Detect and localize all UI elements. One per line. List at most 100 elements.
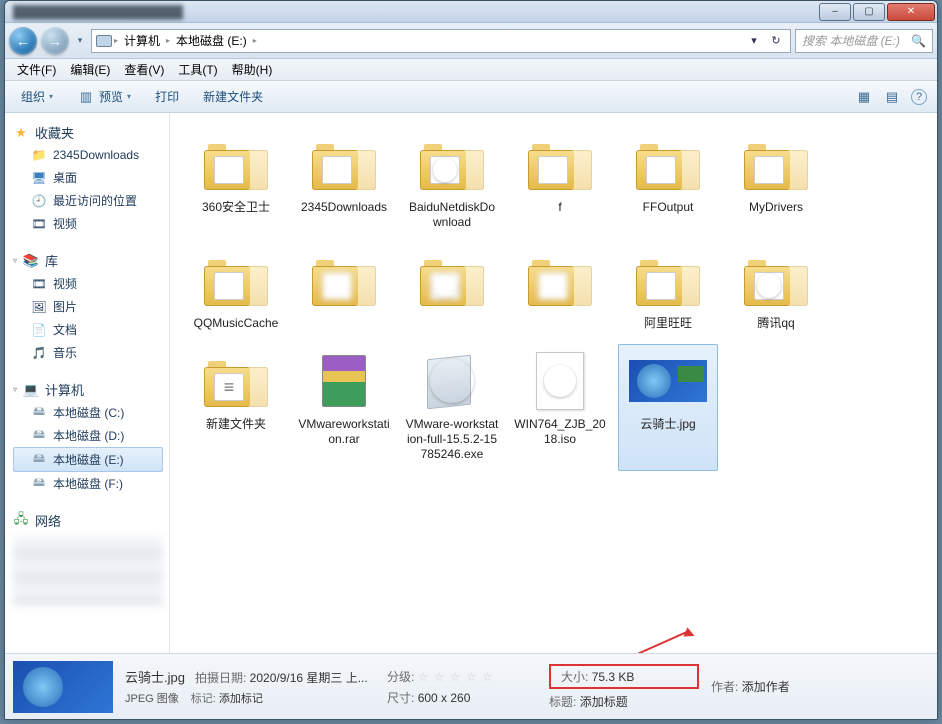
chevron-down-icon: ▾ [49, 92, 53, 101]
addr-dropdown[interactable]: ▾ [744, 31, 764, 51]
file-pane[interactable]: 360安全卫士 2345Downloads BaiduNetdiskDownload… [170, 113, 937, 653]
rar-icon [305, 349, 383, 413]
menu-edit[interactable]: 编辑(E) [64, 59, 116, 80]
sidebar-item-2345downloads[interactable]: 📁2345Downloads [13, 144, 169, 166]
menu-help[interactable]: 帮助(H) [226, 59, 279, 80]
folder-icon [413, 248, 491, 312]
crumb-sep: ▸ [166, 36, 170, 45]
search-input[interactable]: 搜索 本地磁盘 (E:) 🔍 [795, 29, 933, 53]
preview-button[interactable]: ▥ 预览 ▾ [71, 85, 137, 109]
star-icon: ★ [13, 125, 29, 141]
library-icon: 📚 [23, 253, 39, 269]
file-item[interactable]: 360安全卫士 [186, 127, 286, 239]
sidebar-item-recent[interactable]: 🕘最近访问的位置 [13, 189, 169, 212]
file-item[interactable]: VMwareworkstation.rar [294, 344, 394, 471]
explorer-window: ████████████████████ – ▢ ✕ ← → ▾ ▸ 计算机 ▸… [4, 0, 938, 720]
sidebar: ★ 收藏夹 📁2345Downloads 🖥桌面 🕘最近访问的位置 🎞视频 ▿ … [5, 113, 170, 653]
back-button[interactable]: ← [9, 27, 37, 55]
file-item[interactable]: ≡新建文件夹 [186, 344, 286, 471]
sidebar-network: 🖧 网络 [13, 509, 169, 606]
rating-stars[interactable]: ☆ ☆ ☆ ☆ ☆ [418, 670, 494, 684]
tag-label: 标记: [191, 693, 216, 705]
file-item[interactable] [402, 243, 502, 340]
shot-date-label: 拍摄日期: [195, 671, 246, 685]
sidebar-item-drive-d[interactable]: 🖴本地磁盘 (D:) [13, 424, 169, 447]
file-label: 2345Downloads [301, 200, 387, 215]
sidebar-item-drive-c[interactable]: 🖴本地磁盘 (C:) [13, 401, 169, 424]
file-label: 360安全卫士 [202, 200, 270, 215]
file-item[interactable]: 阿里旺旺 [618, 243, 718, 340]
breadcrumb-computer[interactable]: 计算机 [120, 32, 164, 49]
network-icon: 🖧 [13, 513, 29, 529]
help-button[interactable]: ? [911, 89, 927, 105]
sidebar-item-drive-e[interactable]: 🖴本地磁盘 (E:) [13, 447, 163, 472]
computer-icon: 💻 [23, 382, 39, 398]
file-item[interactable] [510, 243, 610, 340]
new-folder-button[interactable]: 新建文件夹 [197, 85, 269, 108]
file-item[interactable] [294, 243, 394, 340]
address-bar[interactable]: ▸ 计算机 ▸ 本地磁盘 (E:) ▸ ▾ ↻ [91, 29, 791, 53]
video-icon: 🎞 [31, 276, 47, 292]
shot-date-value: 2020/9/16 星期三 上... [250, 671, 368, 685]
search-icon: 🔍 [911, 34, 926, 48]
sidebar-item-label: 本地磁盘 (E:) [53, 451, 124, 468]
network-label: 网络 [35, 511, 61, 530]
file-item[interactable]: 2345Downloads [294, 127, 394, 239]
sidebar-item-lib-video[interactable]: 🎞视频 [13, 272, 169, 295]
sidebar-item-desktop[interactable]: 🖥桌面 [13, 166, 169, 189]
folder-icon [629, 248, 707, 312]
title-value[interactable]: 添加标题 [580, 695, 628, 709]
sidebar-item-lib-pictures[interactable]: 🖼图片 [13, 295, 169, 318]
file-item[interactable]: QQMusicCache [186, 243, 286, 340]
sidebar-item-lib-music[interactable]: 🎵音乐 [13, 341, 169, 364]
file-item[interactable]: 腾讯qq [726, 243, 826, 340]
folder-icon [521, 132, 599, 196]
sidebar-libraries-header[interactable]: ▿ 📚 库 [13, 249, 169, 272]
monitor-icon: 🖥 [31, 170, 47, 186]
folder-icon [305, 248, 383, 312]
nav-history-dropdown[interactable]: ▾ [73, 27, 87, 55]
sidebar-computer-header[interactable]: ▿ 💻 计算机 [13, 378, 169, 401]
file-item[interactable]: WIN764_ZJB_2018.iso [510, 344, 610, 471]
print-button[interactable]: 打印 [149, 85, 185, 108]
annotation-arrow [435, 529, 695, 639]
file-label: MyDrivers [749, 200, 803, 215]
minimize-button[interactable]: – [819, 3, 851, 21]
organize-button[interactable]: 组织 ▾ [15, 85, 59, 108]
sidebar-item-videos[interactable]: 🎞视频 [13, 212, 169, 235]
file-label: 阿里旺旺 [644, 316, 692, 331]
sidebar-item-label: 本地磁盘 (C:) [53, 404, 124, 421]
sidebar-network-header[interactable]: 🖧 网络 [13, 509, 169, 532]
preview-pane-button[interactable]: ▤ [883, 88, 901, 106]
crumb-sep: ▸ [114, 36, 118, 45]
view-mode-button[interactable]: ▦ [855, 88, 873, 106]
preview-icon: ▥ [77, 88, 95, 106]
forward-button[interactable]: → [41, 27, 69, 55]
file-item[interactable]: FFOutput [618, 127, 718, 239]
file-label: VMware-workstation-full-15.5.2-15785246.… [405, 417, 499, 462]
file-item[interactable]: BaiduNetdiskDownload [402, 127, 502, 239]
crumb-sep: ▸ [253, 36, 257, 45]
sidebar-item-label: 音乐 [53, 344, 77, 361]
size-highlight: 大小: 75.3 KB [549, 664, 699, 689]
file-label: BaiduNetdiskDownload [405, 200, 499, 230]
sidebar-favorites-header[interactable]: ★ 收藏夹 [13, 121, 169, 144]
tag-value[interactable]: 添加标记 [219, 693, 263, 705]
preview-label: 预览 [99, 88, 123, 105]
folder-icon [629, 132, 707, 196]
menu-tools[interactable]: 工具(T) [172, 59, 223, 80]
size-label: 大小: [561, 670, 588, 684]
file-item[interactable]: 云骑士.jpg [618, 344, 718, 471]
file-item[interactable]: VMware-workstation-full-15.5.2-15785246.… [402, 344, 502, 471]
close-button[interactable]: ✕ [887, 3, 935, 21]
sidebar-item-lib-documents[interactable]: 📄文档 [13, 318, 169, 341]
breadcrumb-drive[interactable]: 本地磁盘 (E:) [172, 32, 251, 49]
menu-view[interactable]: 查看(V) [118, 59, 170, 80]
maximize-button[interactable]: ▢ [853, 3, 885, 21]
file-item[interactable]: f [510, 127, 610, 239]
file-item[interactable]: MyDrivers [726, 127, 826, 239]
refresh-button[interactable]: ↻ [766, 31, 786, 51]
menu-file[interactable]: 文件(F) [11, 59, 62, 80]
author-value[interactable]: 添加作者 [742, 680, 790, 694]
sidebar-item-drive-f[interactable]: 🖴本地磁盘 (F:) [13, 472, 169, 495]
